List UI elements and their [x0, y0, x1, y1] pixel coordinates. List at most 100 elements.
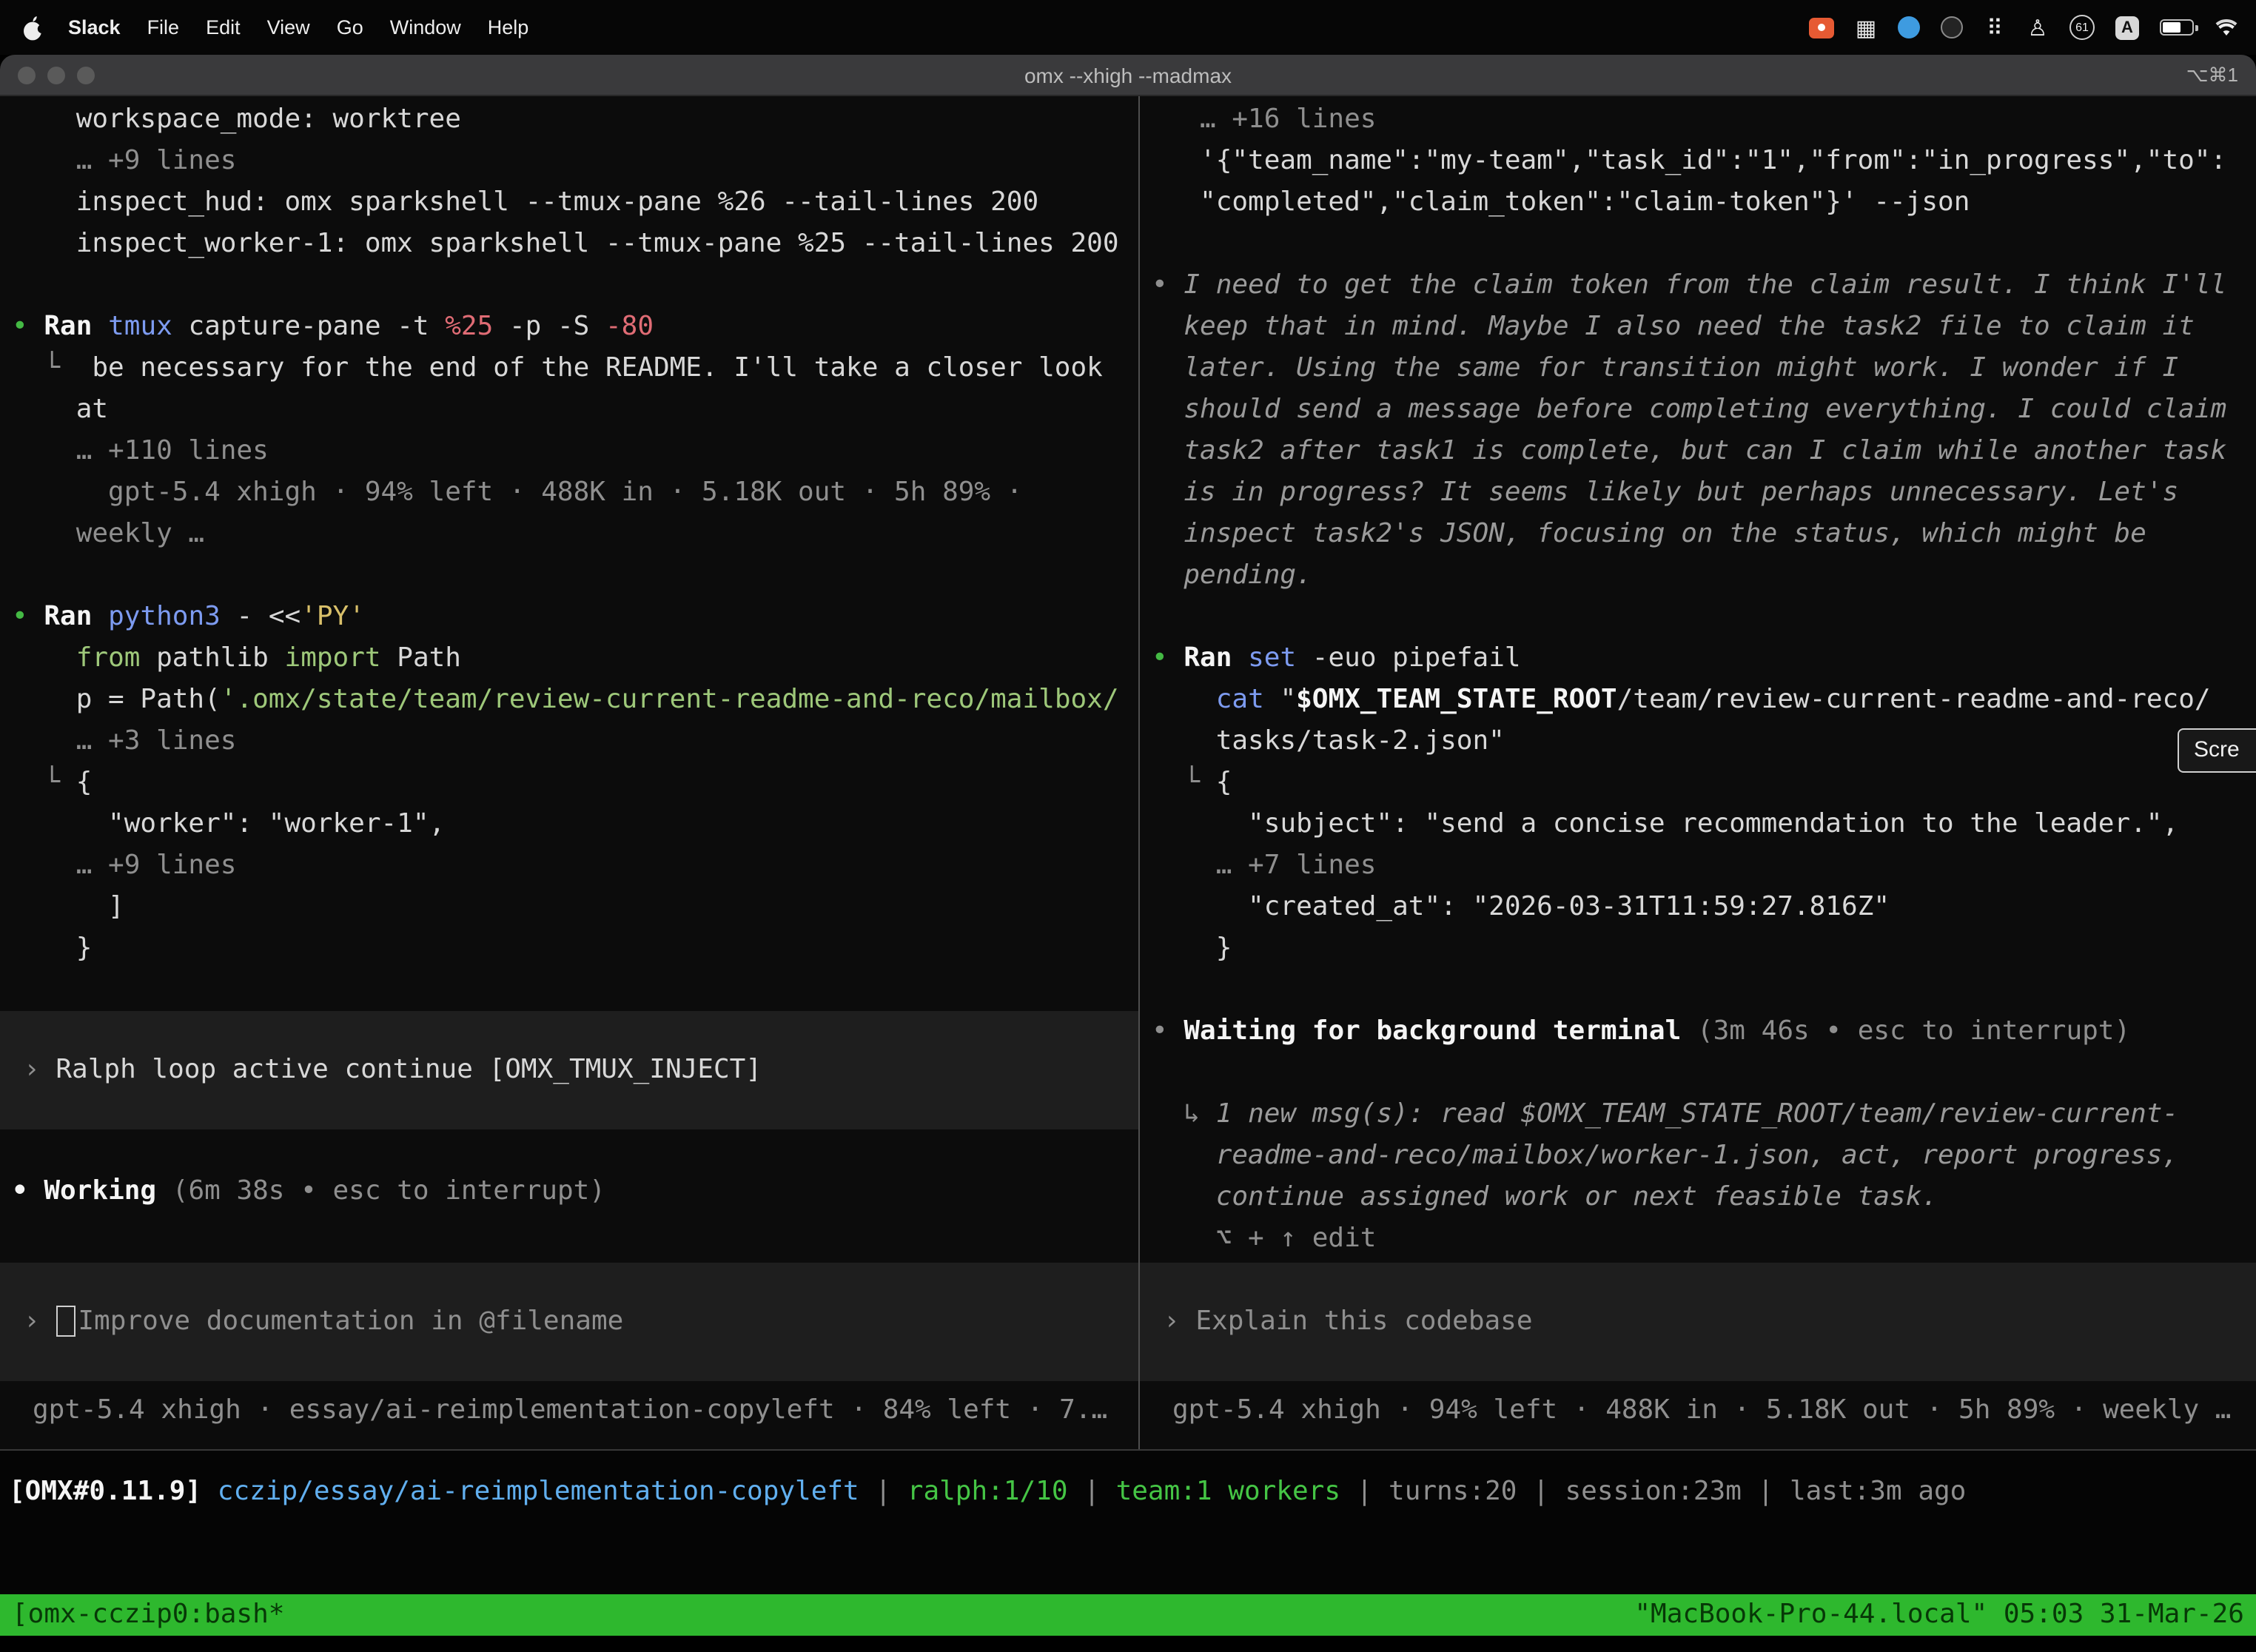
left-terminal-pane[interactable]: workspace_mode: worktree … +9 lines insp…: [0, 96, 1140, 1449]
ralph-loop-notification: › Ralph loop active continue [OMX_TMUX_I…: [0, 1011, 1138, 1129]
screen-share-tooltip[interactable]: Scre: [2178, 728, 2256, 773]
prompt-input-right[interactable]: › Explain this codebase: [1140, 1263, 2256, 1381]
terminal-line: └ be necessary for the end of the README…: [12, 348, 1138, 389]
terminal-line: • Waiting for background terminal (3m 46…: [1152, 1011, 2256, 1052]
omx-status-line: [OMX#0.11.9] cczip/essay/ai-reimplementa…: [9, 1471, 2256, 1513]
close-button[interactable]: [18, 66, 36, 84]
prompt-chevron-icon: ›: [24, 1306, 56, 1337]
terminal-line: … +16 lines: [1152, 99, 2256, 141]
terminal-line: task2 after task1 is complete, but can I…: [1152, 431, 2256, 472]
record-dot-icon: [1818, 24, 1825, 31]
terminal-line: weekly …: [12, 514, 1138, 555]
omx-session-status: [OMX#0.11.9] cczip/essay/ai-reimplementa…: [0, 1449, 2256, 1594]
right-terminal-pane[interactable]: … +16 lines '{"team_name":"my-team","tas…: [1140, 96, 2256, 1449]
zoom-button[interactable]: [77, 66, 95, 84]
battery-icon[interactable]: [2160, 19, 2194, 36]
screen-recording-indicator-icon[interactable]: [1809, 17, 1834, 38]
terminal-line: • Ran set -euo pipefail: [1152, 638, 2256, 679]
desktop: Slack File Edit View Go Window Help ▦ ⠿ ♙ 61 …: [0, 0, 2256, 1652]
terminal-line: "created_at": "2026-03-31T11:59:27.816Z": [1152, 887, 2256, 928]
model-status-line-right: gpt-5.4 xhigh · 94% left · 488K in · 5.1…: [1152, 1390, 2256, 1431]
terminal-line: from pathlib import Path: [12, 638, 1138, 679]
terminal-gap: [12, 970, 1138, 1011]
terminal-line: └ {: [12, 762, 1138, 804]
terminal-line: "completed","claim_token":"claim-token"}…: [1152, 182, 2256, 224]
terminal-line: … +3 lines: [12, 721, 1138, 762]
terminal-line: inspect_hud: omx sparkshell --tmux-pane …: [12, 182, 1138, 224]
terminal-line: • I need to get the claim token from the…: [1152, 265, 2256, 306]
terminal-line: • Ran python3 - <<'PY': [12, 597, 1138, 638]
terminal-line: … +7 lines: [1152, 845, 2256, 887]
terminal-gap: [12, 555, 1138, 597]
prompt-line: › Improve documentation in @filename: [24, 1301, 1138, 1343]
terminal-line: should send a message before completing …: [1152, 389, 2256, 431]
input-source-icon[interactable]: A: [2115, 16, 2139, 39]
menu-file[interactable]: File: [147, 16, 180, 38]
terminal-line: • Working (6m 38s • esc to interrupt): [12, 1171, 1138, 1212]
battery-nub: [2195, 24, 2198, 30]
window-shortcut-badge: ⌥⌘1: [2186, 63, 2256, 87]
assistant-app-icon[interactable]: ♙: [2027, 13, 2049, 42]
terminal-line: workspace_mode: worktree: [12, 99, 1138, 141]
terminal-line: gpt-5.4 xhigh · 94% left · 488K in · 5.1…: [12, 472, 1138, 514]
terminal-line: readme-and-reco/mailbox/worker-1.json, a…: [1152, 1135, 2256, 1177]
terminal-line: at: [12, 389, 1138, 431]
menu-items: File Edit View Go Window Help: [147, 16, 556, 38]
minimize-button[interactable]: [47, 66, 65, 84]
right-pane-footer: › Explain this codebase gpt-5.4 xhigh · …: [1152, 1263, 2256, 1431]
text-cursor: [56, 1306, 75, 1337]
window-title-bar[interactable]: omx --xhigh --madmax ⌥⌘1: [0, 55, 2256, 96]
menu-go[interactable]: Go: [337, 16, 363, 38]
window-title: omx --xhigh --madmax: [1024, 63, 1232, 87]
menu-view[interactable]: View: [267, 16, 310, 38]
terminal-line: … +110 lines: [12, 431, 1138, 472]
prompt-input-left[interactable]: › Improve documentation in @filename: [0, 1263, 1138, 1381]
terminal-gap: [1152, 970, 2256, 1011]
terminal-line: "subject": "send a concise recommendatio…: [1152, 804, 2256, 845]
prompt-suggestion: Explain this codebase: [1195, 1306, 1532, 1337]
prompt-placeholder: Improve documentation in @filename: [78, 1306, 623, 1337]
right-pane-content: … +16 lines '{"team_name":"my-team","tas…: [1152, 99, 2256, 1260]
terminal-line: ⌥ + ↑ edit: [1152, 1218, 2256, 1260]
menu-help[interactable]: Help: [488, 16, 529, 38]
terminal-window: workspace_mode: worktree … +9 lines insp…: [0, 96, 2256, 1449]
terminal-line: cat "$OMX_TEAM_STATE_ROOT/team/review-cu…: [1152, 679, 2256, 721]
traffic-lights: [0, 66, 95, 84]
terminal-line: inspect task2's JSON, focusing on the st…: [1152, 514, 2256, 555]
terminal-line: p = Path('.omx/state/team/review-current…: [12, 679, 1138, 721]
left-pane-content: workspace_mode: worktree … +9 lines insp…: [12, 99, 1138, 1212]
model-status-line-left: gpt-5.4 xhigh · essay/ai-reimplementatio…: [12, 1390, 1138, 1431]
terminal-line: pending.: [1152, 555, 2256, 597]
app-menu-slack[interactable]: Slack: [68, 16, 121, 38]
terminal-gap: [1152, 224, 2256, 265]
terminal-gap: [12, 1129, 1138, 1171]
terminal-line: ↳ 1 new msg(s): read $OMX_TEAM_STATE_ROO…: [1152, 1094, 2256, 1135]
terminal-line: "worker": "worker-1",: [12, 804, 1138, 845]
battery-fill: [2163, 22, 2181, 33]
tmux-status-bar: [omx-cczip0:bash* "MacBook-Pro-44.local"…: [0, 1594, 2256, 1636]
menu-edit[interactable]: Edit: [206, 16, 241, 38]
terminal-line: continue assigned work or next feasible …: [1152, 1177, 2256, 1218]
tmux-session-label: [omx-cczip0:bash*: [12, 1594, 284, 1636]
apple-menu-icon[interactable]: [21, 14, 44, 41]
dots-menu-icon[interactable]: ⠿: [1984, 13, 2006, 42]
menu-bar: Slack File Edit View Go Window Help ▦ ⠿ ♙ 61 …: [0, 0, 2256, 55]
terminal-line: }: [12, 928, 1138, 970]
tmux-host-clock: "MacBook-Pro-44.local" 05:03 31-Mar-26: [1634, 1594, 2244, 1636]
wifi-icon[interactable]: [2215, 13, 2238, 42]
grid-app-icon[interactable]: ▦: [1855, 13, 1877, 42]
prompt-line: › Explain this codebase: [1164, 1301, 2256, 1343]
dark-app-icon[interactable]: [1941, 16, 1963, 38]
left-pane-footer: › Improve documentation in @filename gpt…: [12, 1263, 1138, 1431]
terminal-line: [OMX#0.11.9] cczip/essay/ai-reimplementa…: [9, 1471, 2256, 1513]
terminal-line: later. Using the same for transition mig…: [1152, 348, 2256, 389]
terminal-line: … +9 lines: [12, 845, 1138, 887]
menu-window[interactable]: Window: [390, 16, 461, 38]
terminal-line: › Ralph loop active continue [OMX_TMUX_I…: [24, 1050, 1138, 1091]
terminal-line: inspect_worker-1: omx sparkshell --tmux-…: [12, 224, 1138, 265]
menu-status-icons: ▦ ⠿ ♙ 61 A: [1809, 13, 2238, 42]
blue-app-icon[interactable]: [1898, 16, 1920, 38]
terminal-line: └ {: [1152, 762, 2256, 804]
battery-percent-icon[interactable]: 61: [2069, 15, 2095, 40]
terminal-gap: [1152, 597, 2256, 638]
